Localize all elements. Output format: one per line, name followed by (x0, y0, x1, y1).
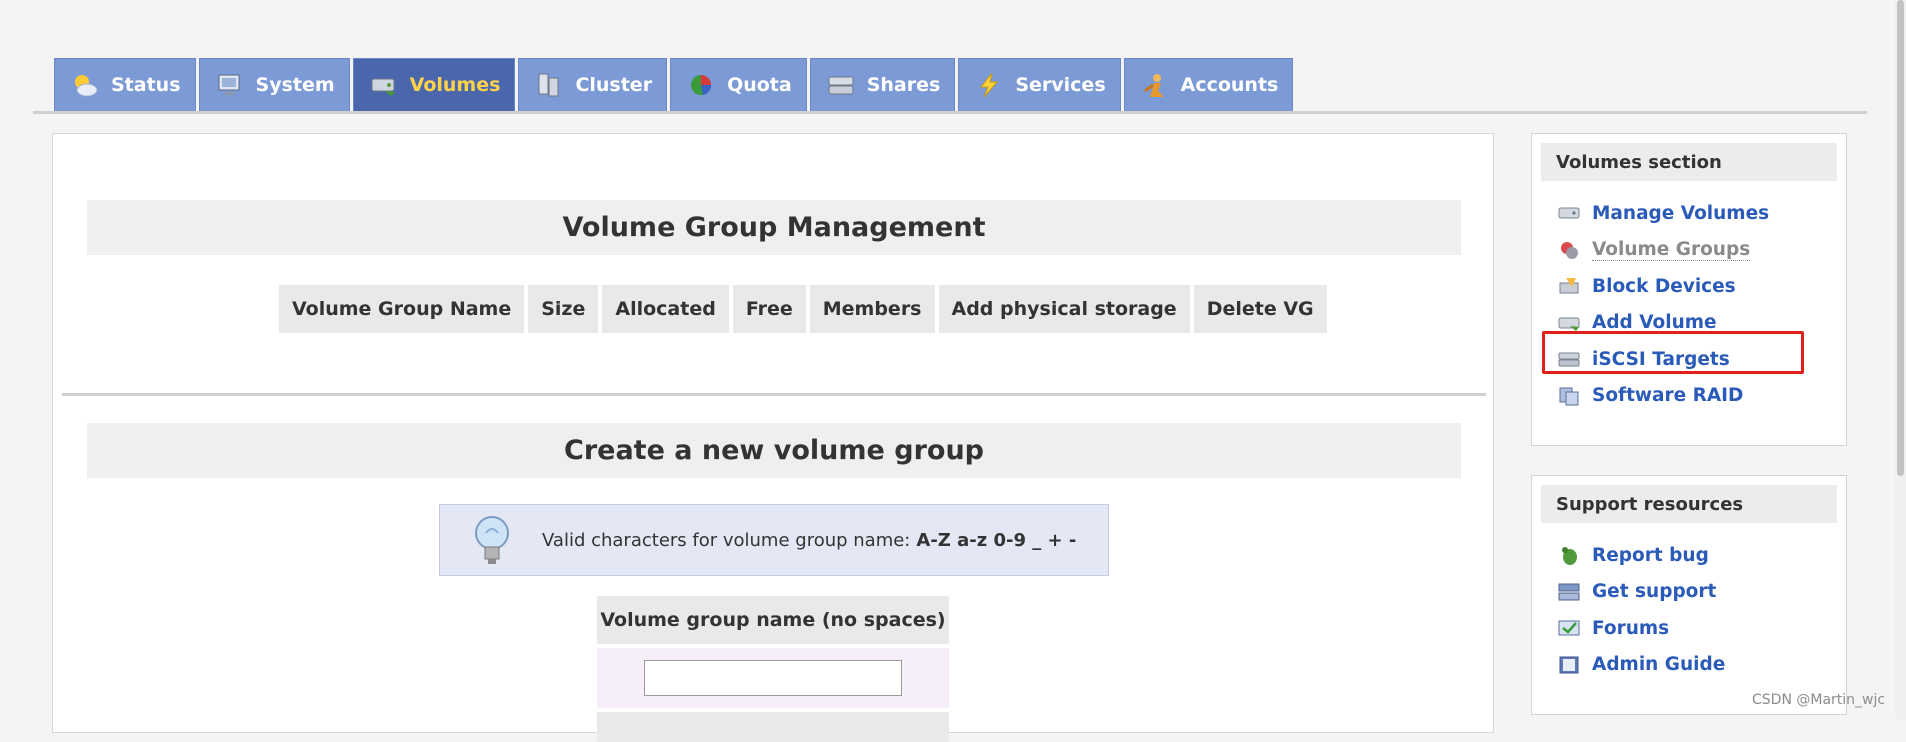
support-section-box: Support resources Report bug Get support… (1531, 475, 1847, 715)
tab-quota[interactable]: Quota (670, 58, 807, 112)
lightbulb-icon (475, 516, 509, 564)
create-vg-title: Create a new volume group (87, 423, 1461, 478)
lightning-icon (980, 72, 999, 98)
hint-text: Valid characters for volume group name: (542, 529, 911, 551)
tab-system[interactable]: System (198, 58, 350, 112)
support-section-title: Support resources (1541, 485, 1837, 523)
column-header: Add physical storage (938, 285, 1190, 333)
raid-icon (1559, 387, 1579, 406)
volumes-section-title: Volumes section (1541, 143, 1837, 181)
block-device-icon (1559, 278, 1579, 294)
vg-management-title: Volume Group Management (87, 200, 1461, 255)
shares-icon (828, 76, 854, 95)
nav-block-devices[interactable]: Block Devices (1532, 268, 1846, 305)
nav-forums[interactable]: Forums (1532, 610, 1846, 647)
scrollbar-thumb[interactable] (1897, 0, 1904, 476)
tab-label: System (255, 74, 335, 96)
volumes-nav-list: Manage Volumes Volume Groups Block Devic… (1532, 195, 1846, 414)
column-header: Size (528, 285, 599, 333)
volume-group-icon (1561, 241, 1578, 259)
vg-name-input[interactable] (644, 660, 902, 696)
tab-cluster[interactable]: Cluster (518, 58, 668, 112)
support-icon (1558, 583, 1580, 601)
main-tab-bar: Status System Volumes Cluster Quota Shar… (54, 58, 1294, 112)
column-header: Free (732, 285, 806, 333)
add-volume-icon (1558, 317, 1580, 331)
nav-volume-groups[interactable]: Volume Groups (1532, 232, 1846, 269)
nav-admin-guide[interactable]: Admin Guide (1532, 647, 1846, 684)
tab-label: Status (111, 74, 181, 96)
nav-add-volume[interactable]: Add Volume (1532, 305, 1846, 342)
tab-shares[interactable]: Shares (809, 58, 956, 112)
tab-status[interactable]: Status (54, 58, 196, 112)
support-nav-list: Report bug Get support Forums Admin Guid… (1532, 537, 1846, 683)
main-panel: Volume Group Management Volume Group Nam… (52, 133, 1494, 742)
tab-label: Volumes (409, 74, 501, 96)
nav-manage-volumes[interactable]: Manage Volumes (1532, 195, 1846, 232)
section-divider (62, 393, 1486, 396)
form-next-row (597, 712, 949, 742)
hint-valid-chars: A-Z a-z 0-9 _ + - (916, 529, 1077, 551)
vg-table-header: Volume Group Name Size Allocated Free Me… (279, 285, 1327, 333)
drive-icon (371, 78, 395, 96)
user-icon (1143, 74, 1164, 97)
nav-software-raid[interactable]: Software RAID (1532, 378, 1846, 415)
vg-name-label: Volume group name (no spaces) (597, 596, 949, 644)
nav-get-support[interactable]: Get support (1532, 574, 1846, 611)
drive-icon (1558, 207, 1580, 219)
volumes-section-box: Volumes section Manage Volumes Volume Gr… (1531, 133, 1847, 446)
page-scrollbar[interactable] (1895, 0, 1906, 719)
tab-label: Services (1015, 74, 1106, 96)
tab-services[interactable]: Services (958, 58, 1121, 112)
column-header: Volume Group Name (279, 285, 525, 333)
tab-volumes[interactable]: Volumes (352, 58, 516, 112)
nav-report-bug[interactable]: Report bug (1532, 537, 1846, 574)
column-header: Allocated (602, 285, 729, 333)
tab-label: Quota (727, 74, 792, 96)
sun-cloud-icon (75, 75, 98, 97)
nav-iscsi-targets[interactable]: iSCSI Targets (1532, 341, 1846, 378)
cluster-icon (538, 73, 559, 97)
tab-label: Accounts (1180, 74, 1279, 96)
guide-icon (1559, 656, 1579, 674)
vg-name-cell (597, 648, 949, 708)
tab-accounts[interactable]: Accounts (1123, 58, 1294, 112)
watermark: CSDN @Martin_wjc (1752, 692, 1886, 708)
iscsi-icon (1558, 352, 1580, 367)
forums-icon (1558, 620, 1580, 636)
tab-label: Cluster (575, 74, 653, 96)
tab-label: Shares (866, 74, 941, 96)
tab-bar-rule (33, 111, 1867, 114)
column-header: Delete VG (1193, 285, 1327, 333)
column-header: Members (809, 285, 935, 333)
pie-chart-icon (691, 75, 712, 95)
hint-box: Valid characters for volume group name: … (439, 504, 1109, 576)
bug-icon (1562, 547, 1577, 566)
monitor-icon (218, 74, 240, 95)
